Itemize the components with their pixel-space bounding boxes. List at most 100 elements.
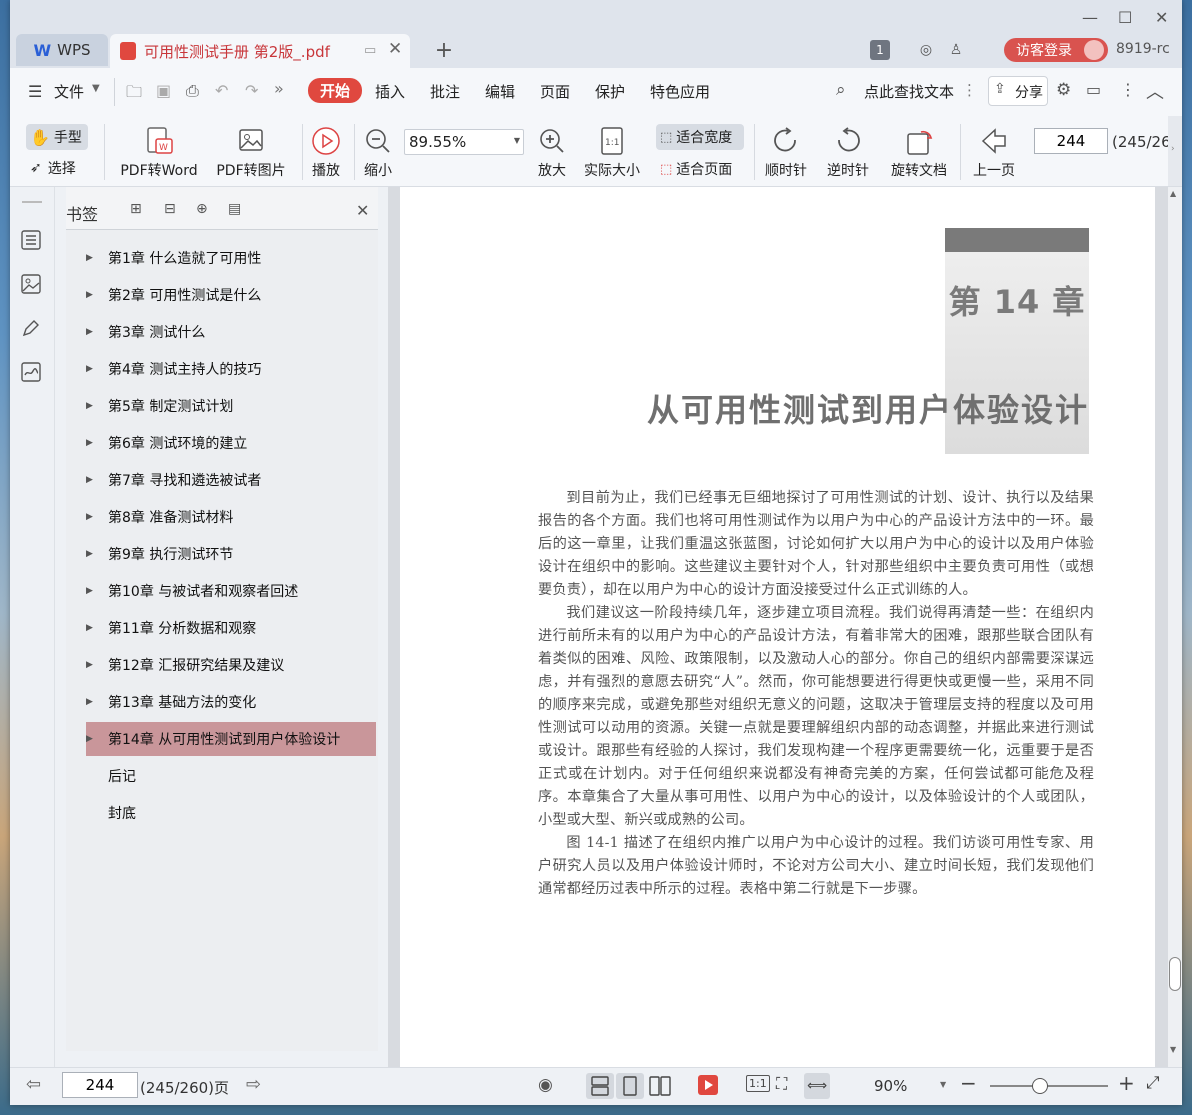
status-page-input[interactable] — [62, 1072, 138, 1098]
status-fit-width-icon[interactable]: ⟺ — [804, 1073, 830, 1099]
expand-arrow-icon[interactable]: ▶ — [86, 734, 108, 744]
hand-tool-button[interactable]: ✋ 手型 — [26, 124, 88, 150]
expand-arrow-icon[interactable]: ▶ — [86, 623, 108, 633]
expand-arrow-icon[interactable]: ▶ — [86, 697, 108, 707]
pdf-to-word-button[interactable]: W PDF转Word — [112, 124, 206, 180]
expand-arrow-icon[interactable]: ▶ — [86, 364, 108, 374]
minimize-icon[interactable]: — — [1082, 8, 1098, 27]
open-folder-icon[interactable]: 🗀 — [126, 81, 142, 108]
vertical-scrollbar[interactable]: ▲ ▼ — [1168, 187, 1182, 1067]
fullscreen-icon[interactable]: ⤢ — [1146, 1073, 1160, 1093]
tab-insert[interactable]: 插入 — [375, 81, 405, 102]
prev-page-arrow-icon[interactable]: ⇦ — [26, 1074, 41, 1095]
actual-size-button[interactable]: 1:1 实际大小 — [580, 124, 644, 180]
annotation-pen-icon[interactable] — [20, 317, 44, 341]
skin-icon[interactable]: ◎ — [916, 40, 936, 60]
expand-arrow-icon[interactable]: ▶ — [86, 401, 108, 411]
expand-arrow-icon[interactable]: ▶ — [86, 438, 108, 448]
toolbar-page-input[interactable] — [1034, 128, 1108, 154]
fit-width-button[interactable]: ⬚ 适合宽度 — [656, 124, 744, 150]
more-vertical-icon[interactable]: ⋮ — [962, 81, 977, 99]
bookmark-item[interactable]: ▶ 第13章 基础方法的变化 — [86, 685, 376, 719]
expand-arrow-icon[interactable]: ▶ — [86, 586, 108, 596]
bookmark-item[interactable]: ▶ 第6章 测试环境的建立 — [86, 426, 376, 460]
bookmark-item[interactable]: 封底 — [86, 796, 376, 830]
zoom-dropdown-icon[interactable]: ▼ — [940, 1080, 946, 1089]
add-bookmark-icon[interactable]: ⊕ — [196, 201, 208, 217]
search-icon[interactable]: ⌕ — [836, 80, 846, 100]
status-actual-size-icon[interactable]: 1:1 — [746, 1075, 770, 1092]
zoom-slider-track[interactable] — [990, 1085, 1108, 1087]
bookmark-item[interactable]: ▶ 第1章 什么造就了可用性 — [86, 241, 376, 275]
maximize-icon[interactable]: ☐ — [1118, 8, 1132, 27]
chevron-down-icon[interactable]: ▼ — [92, 83, 100, 94]
single-page-icon[interactable] — [616, 1073, 644, 1099]
bookmark-item-selected[interactable]: ▶ 第14章 从可用性测试到用户体验设计 — [86, 722, 376, 756]
expand-arrow-icon[interactable]: ▶ — [86, 512, 108, 522]
bookmark-item[interactable]: ▶ 第4章 测试主持人的技巧 — [86, 352, 376, 386]
scrollbar-thumb[interactable] — [1169, 957, 1181, 991]
bookmark-item[interactable]: ▶ 第5章 制定测试计划 — [86, 389, 376, 423]
previous-page-button[interactable]: 上一页 — [966, 124, 1022, 180]
close-panel-icon[interactable]: ✕ — [356, 201, 369, 220]
more-options-icon[interactable]: ⋮ — [1120, 80, 1136, 99]
expand-arrow-icon[interactable]: ▶ — [86, 549, 108, 559]
play-slideshow-icon[interactable] — [698, 1075, 718, 1095]
bookmark-settings-icon[interactable]: ▤ — [228, 201, 241, 217]
tab-protect[interactable]: 保护 — [595, 81, 625, 102]
zoom-slider-thumb[interactable] — [1032, 1078, 1048, 1094]
bookmark-item[interactable]: ▶ 第8章 准备测试材料 — [86, 500, 376, 534]
bookmark-item[interactable]: ▶ 第9章 执行测试环节 — [86, 537, 376, 571]
scroll-down-icon[interactable]: ▼ — [1170, 1045, 1176, 1054]
close-tab-icon[interactable]: ✕ — [388, 39, 402, 59]
thumbnail-image-icon[interactable] — [20, 273, 44, 297]
close-window-icon[interactable]: ✕ — [1155, 8, 1168, 27]
rotate-counterclockwise-button[interactable]: 逆时针 — [820, 124, 876, 180]
new-tab-icon[interactable]: + — [432, 36, 456, 64]
shirt-icon[interactable]: ♙ — [946, 40, 966, 60]
expand-arrow-icon[interactable]: ▶ — [86, 290, 108, 300]
tab-document[interactable]: 可用性测试手册 第2版_.pdf ▭ ✕ — [110, 34, 410, 68]
zoom-minus-icon[interactable]: − — [960, 1071, 977, 1095]
document-view[interactable]: 第 14 章 从可用性测试到用户体验设计 到目前为止，我们已经事无巨细地探讨了可… — [388, 187, 1168, 1067]
tab-window-icon[interactable]: ▭ — [364, 43, 376, 58]
status-fit-page-icon[interactable]: ⛶ — [776, 1074, 787, 1094]
status-zoom-value[interactable]: 90% — [874, 1077, 907, 1095]
tab-start[interactable]: 开始 — [308, 78, 363, 103]
expand-arrow-icon[interactable]: ▶ — [86, 327, 108, 337]
zoom-plus-icon[interactable]: + — [1118, 1071, 1135, 1095]
expand-all-icon[interactable]: ⊞ — [130, 201, 142, 217]
tab-count-badge[interactable]: 1 — [870, 40, 890, 60]
more-arrows-icon[interactable]: » — [274, 79, 284, 98]
tab-edit[interactable]: 编辑 — [485, 81, 515, 102]
zoom-out-button[interactable]: 缩小 — [358, 124, 398, 180]
bookmark-item[interactable]: 后记 — [86, 759, 376, 793]
bookmark-item[interactable]: ▶ 第11章 分析数据和观察 — [86, 611, 376, 645]
bookmark-item[interactable]: ▶ 第10章 与被试者和观察者回述 — [86, 574, 376, 608]
comment-icon[interactable]: ▭ — [1086, 80, 1101, 99]
settings-gear-icon[interactable]: ⚙ — [1056, 80, 1071, 100]
zoom-in-button[interactable]: 放大 — [532, 124, 572, 180]
undo-icon[interactable]: ↶ — [215, 81, 228, 100]
expand-arrow-icon[interactable]: ▶ — [86, 660, 108, 670]
menu-file[interactable]: 文件 — [54, 81, 84, 102]
eye-protection-icon[interactable]: ◉ — [538, 1075, 553, 1095]
redo-icon[interactable]: ↷ — [245, 81, 258, 100]
collapse-all-icon[interactable]: ⊟ — [164, 201, 176, 217]
zoom-select[interactable]: 89.55% ▼ — [404, 129, 524, 155]
double-page-icon[interactable] — [646, 1073, 674, 1099]
print-icon[interactable]: ⎙ — [186, 81, 199, 101]
hamburger-icon[interactable]: ☰ — [28, 82, 42, 101]
bookmark-list-icon[interactable] — [20, 229, 44, 253]
collapse-ribbon-icon[interactable]: ︿ — [1146, 78, 1164, 104]
rotate-document-button[interactable]: 旋转文档 — [884, 124, 954, 180]
share-button[interactable]: ⇪ 分享 — [988, 76, 1048, 106]
rotate-clockwise-button[interactable]: 顺时针 — [758, 124, 814, 180]
search-text-button[interactable]: 点此查找文本 — [864, 81, 954, 102]
continuous-view-icon[interactable] — [586, 1073, 614, 1099]
save-icon[interactable]: ▣ — [156, 81, 171, 100]
next-page-arrow-icon[interactable]: ⇨ — [246, 1074, 261, 1095]
expand-arrow-icon[interactable]: ▶ — [86, 253, 108, 263]
play-button[interactable]: 播放 — [306, 124, 346, 180]
scroll-up-icon[interactable]: ▲ — [1170, 189, 1176, 198]
